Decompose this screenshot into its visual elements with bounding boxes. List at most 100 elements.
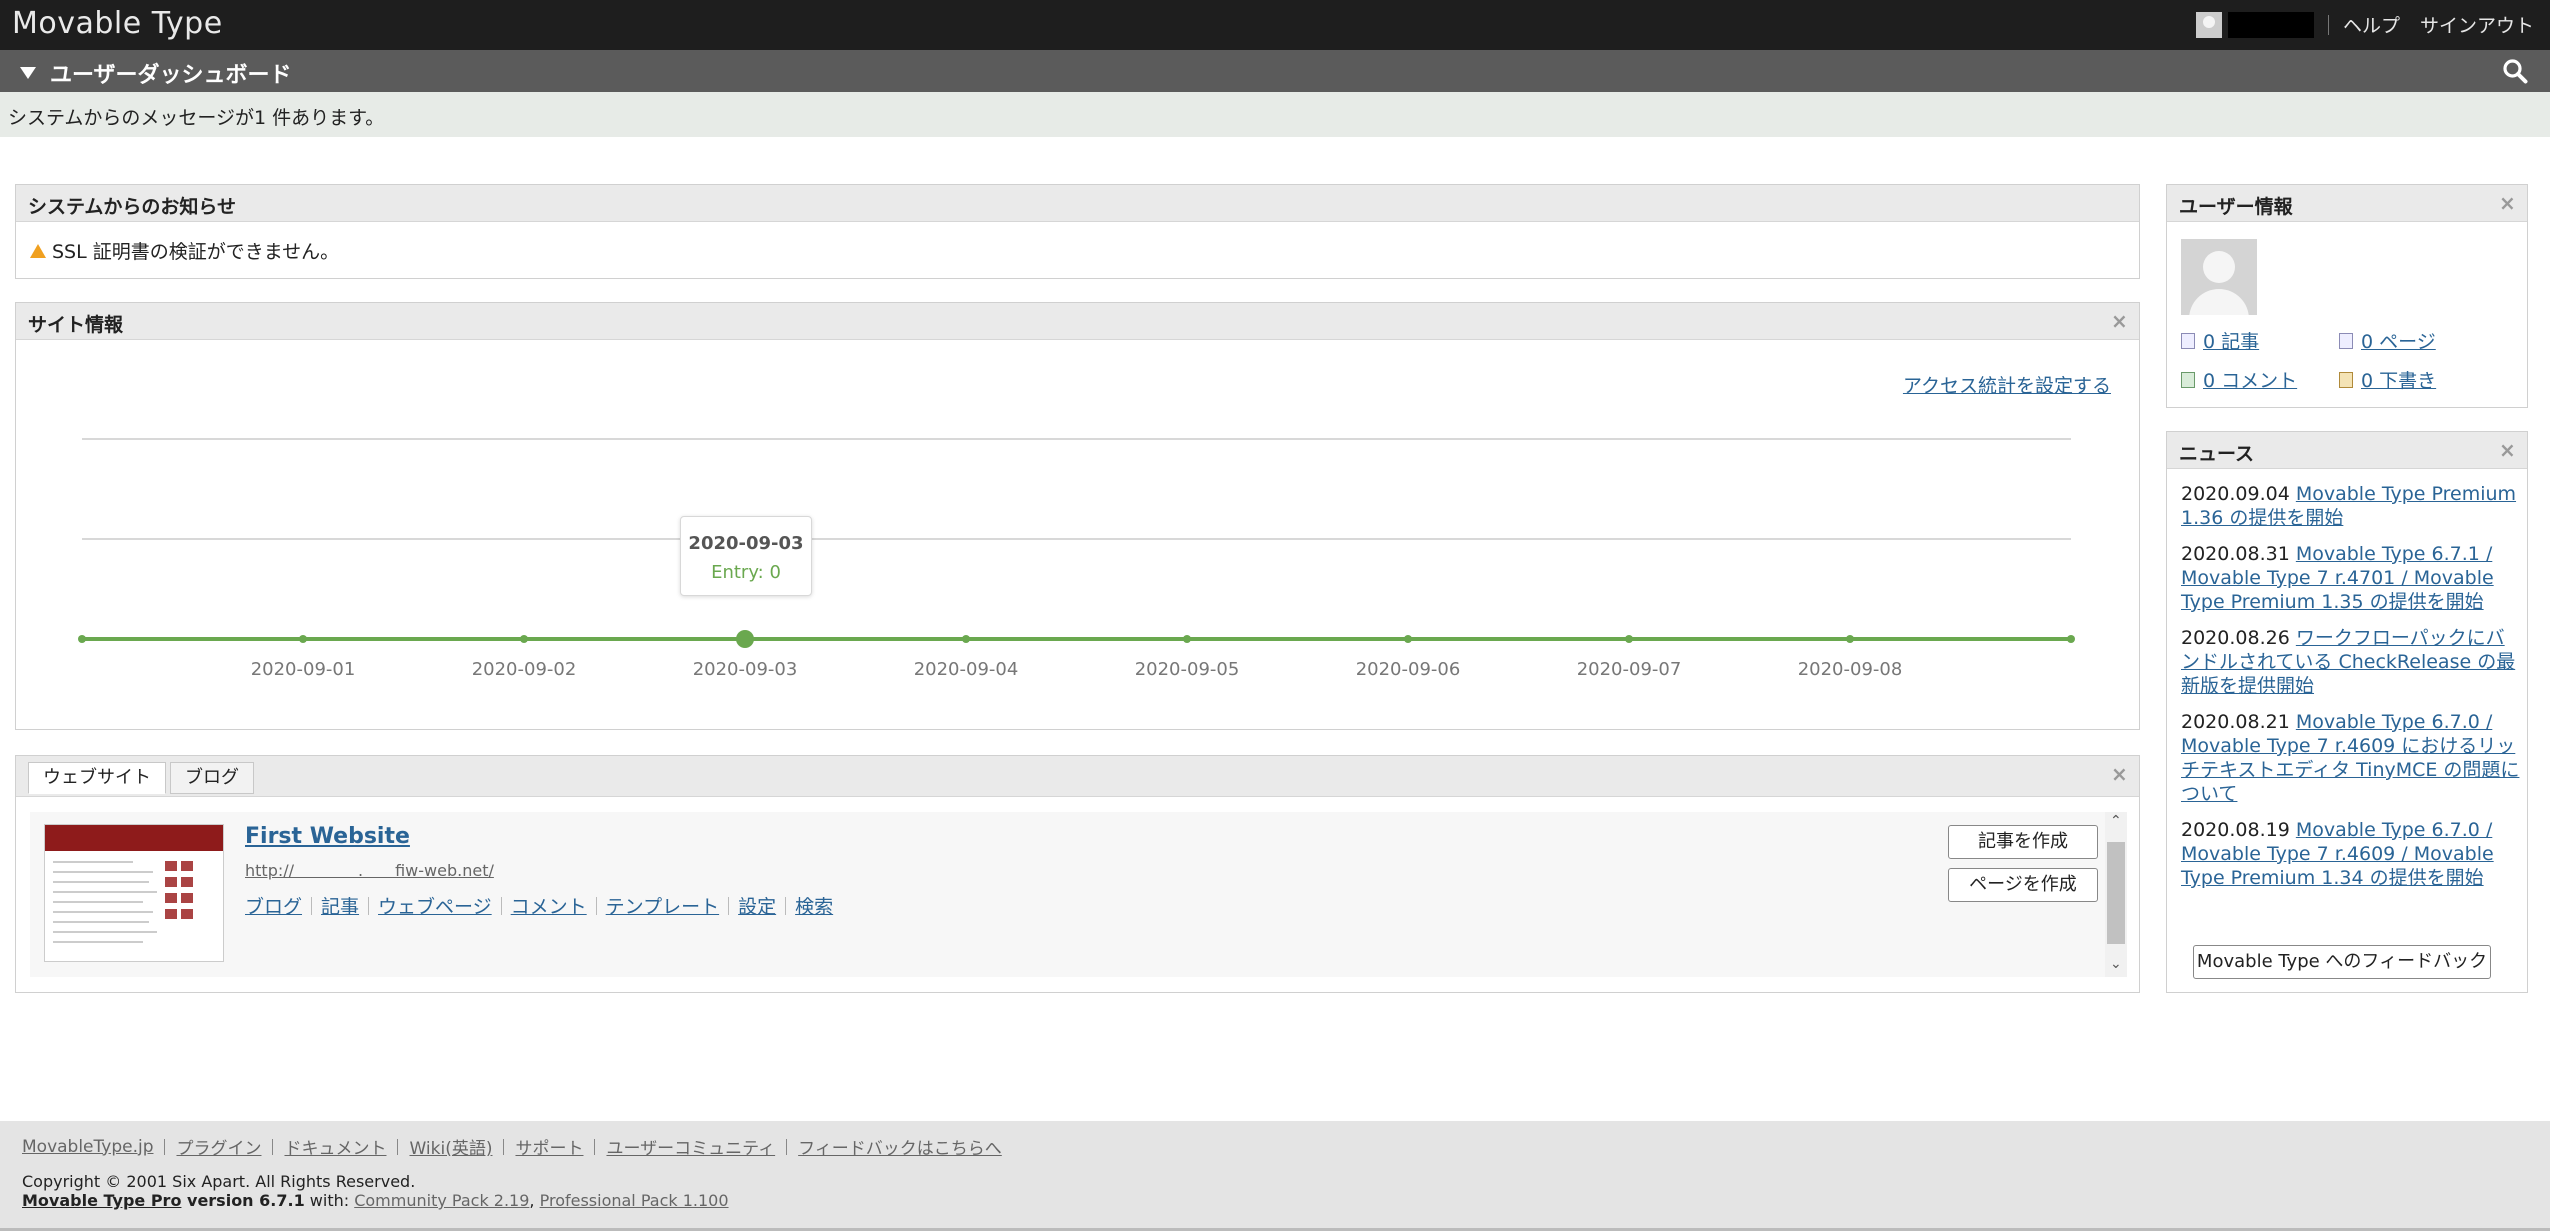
help-link[interactable]: ヘルプ [2343, 11, 2400, 38]
footer-link-documents[interactable]: ドキュメント [284, 1134, 386, 1159]
data-point [736, 630, 754, 648]
product-link[interactable]: Movable Type Pro [22, 1191, 181, 1210]
link-blog[interactable]: ブログ [245, 892, 302, 919]
thumbnail-line [53, 931, 157, 933]
data-point [520, 635, 528, 643]
close-icon[interactable]: × [2499, 193, 2516, 213]
system-message-bar: システムからのメッセージが1 件あります。 [0, 92, 2550, 137]
thumbnail-photo [165, 893, 177, 903]
panel-header: ニュース × [2167, 432, 2527, 469]
footer-link-movabletype[interactable]: MovableType.jp [22, 1137, 153, 1157]
scroll-down-icon[interactable]: ⌄ [2110, 957, 2122, 971]
news-item: 2020.08.31 Movable Type 6.7.1 / Movable … [2181, 542, 2521, 614]
panel-title: ユーザー情報 [2179, 196, 2293, 218]
scroll-up-icon[interactable]: ⌃ [2110, 814, 2122, 828]
scrollbar[interactable]: ⌃ ⌄ [2105, 812, 2127, 977]
create-entry-button[interactable]: 記事を作成 [1948, 825, 2098, 859]
data-point [299, 635, 307, 643]
dashboard-menu[interactable]: ユーザーダッシュボード [20, 57, 292, 89]
comma-separator: , [529, 1191, 540, 1210]
thumbnail-line [53, 901, 143, 903]
user-info-panel: ユーザー情報 × 0 記事 0 ページ 0 コメント 0 下書き [2166, 184, 2528, 408]
link-entries[interactable]: 記事 [321, 892, 359, 919]
chart-tooltip: 2020-09-03 Entry: 0 [680, 516, 812, 596]
signout-link[interactable]: サインアウト [2420, 11, 2534, 38]
close-icon[interactable]: × [2111, 764, 2128, 784]
user-avatar-icon[interactable] [2195, 11, 2222, 38]
user-name-redacted[interactable] [2227, 11, 2314, 38]
user-avatar[interactable] [2181, 239, 2257, 315]
footer-link-support[interactable]: サポート [515, 1134, 583, 1159]
thumbnail-photo [165, 909, 177, 919]
blog-tabs: ウェブサイト ブログ [28, 762, 258, 794]
create-page-button[interactable]: ページを作成 [1948, 868, 2098, 902]
footer: MovableType.jp プラグイン ドキュメント Wiki(英語) サポー… [0, 1121, 2550, 1231]
copyright-text: Copyright © 2001 Six Apart. All Rights R… [22, 1172, 416, 1191]
x-tick-label: 2020-09-05 [1135, 659, 1240, 680]
top-right-nav: ヘルプ サインアウト [2195, 11, 2542, 38]
link-comments[interactable]: コメント [511, 892, 587, 919]
drafts-stat: 0 下書き [2339, 366, 2436, 393]
footer-link-plugins[interactable]: プラグイン [176, 1134, 261, 1159]
thumbnail-photo [181, 861, 193, 871]
thumbnail-photo [181, 893, 193, 903]
x-tick-label: 2020-09-08 [1798, 659, 1903, 680]
comment-icon [2181, 371, 2195, 388]
data-point [1183, 635, 1191, 643]
link-webpages[interactable]: ウェブページ [378, 892, 492, 919]
site-activity-chart: 2020-09-01 2020-09-02 2020-09-03 2020-09-04… [78, 438, 2075, 680]
thumbnail-photo [165, 861, 177, 871]
brand-logo[interactable]: Movable Type [12, 6, 223, 41]
site-url-link[interactable]: http:// . fiw-web.net/ [245, 857, 494, 881]
x-tick-label: 2020-09-06 [1356, 659, 1461, 680]
professional-pack-link[interactable]: Professional Pack 1.100 [540, 1191, 729, 1210]
panel-title: システムからのお知らせ [28, 196, 237, 218]
thumbnail-line [53, 911, 153, 913]
news-date: 2020.08.31 [2181, 543, 2290, 565]
comments-count-link[interactable]: 0 コメント [2203, 366, 2297, 393]
link-settings[interactable]: 設定 [738, 892, 776, 919]
entry-icon [2181, 332, 2195, 349]
panel-title: ニュース [2179, 443, 2255, 465]
thumbnail-line [53, 861, 133, 863]
tab-website[interactable]: ウェブサイト [28, 762, 166, 794]
draft-icon [2339, 371, 2353, 388]
news-item: 2020.08.26 ワークフローパックにバンドルされている CheckRele… [2181, 626, 2521, 698]
site-title-link[interactable]: First Website [245, 824, 410, 849]
notice-body: SSL 証明書の検証ができません。 [30, 237, 339, 264]
scroll-thumb[interactable] [2107, 842, 2125, 944]
news-item: 2020.09.04 Movable Type Premium 1.36 の提供… [2181, 482, 2521, 530]
entries-count-link[interactable]: 0 記事 [2203, 327, 2259, 354]
thumbnail-header [45, 825, 223, 851]
link-templates[interactable]: テンプレート [606, 892, 719, 919]
panel-title: サイト情報 [28, 314, 124, 336]
site-thumbnail[interactable] [44, 824, 224, 962]
pages-stat: 0 ページ [2339, 327, 2436, 354]
feedback-button[interactable]: Movable Type へのフィードバック [2193, 945, 2491, 979]
data-point [1404, 635, 1412, 643]
news-list: 2020.09.04 Movable Type Premium 1.36 の提供… [2181, 482, 2521, 902]
link-search[interactable]: 検索 [795, 892, 833, 919]
pages-count-link[interactable]: 0 ページ [2361, 327, 2436, 354]
version-info: Movable Type Pro version 6.7.1 with: Com… [22, 1191, 729, 1210]
footer-link-community[interactable]: ユーザーコミュニティ [606, 1134, 775, 1159]
close-icon[interactable]: × [2499, 440, 2516, 460]
blog-list-panel: ウェブサイト ブログ × First Website http:// . fiw… [15, 755, 2140, 993]
news-date: 2020.08.21 [2181, 711, 2290, 733]
news-item: 2020.08.19 Movable Type 6.7.0 / Movable … [2181, 818, 2521, 890]
data-point [1846, 635, 1854, 643]
footer-link-wiki[interactable]: Wiki(英語) [409, 1134, 492, 1159]
drafts-count-link[interactable]: 0 下書き [2361, 366, 2436, 393]
search-icon[interactable] [2502, 58, 2528, 84]
panel-header: ウェブサイト ブログ × [16, 756, 2139, 797]
system-message-text: システムからのメッセージが1 件あります。 [8, 107, 385, 129]
footer-link-feedback[interactable]: フィードバックはこちらへ [798, 1134, 1002, 1159]
panel-header: ユーザー情報 × [2167, 185, 2527, 222]
community-pack-link[interactable]: Community Pack 2.19 [354, 1191, 529, 1210]
thumbnail-photo [181, 909, 193, 919]
tooltip-value: Entry: 0 [711, 562, 781, 583]
close-icon[interactable]: × [2111, 311, 2128, 331]
news-item: 2020.08.21 Movable Type 6.7.0 / Movable … [2181, 710, 2521, 806]
tab-blog[interactable]: ブログ [170, 762, 254, 794]
version-number: version 6.7.1 [181, 1191, 305, 1210]
